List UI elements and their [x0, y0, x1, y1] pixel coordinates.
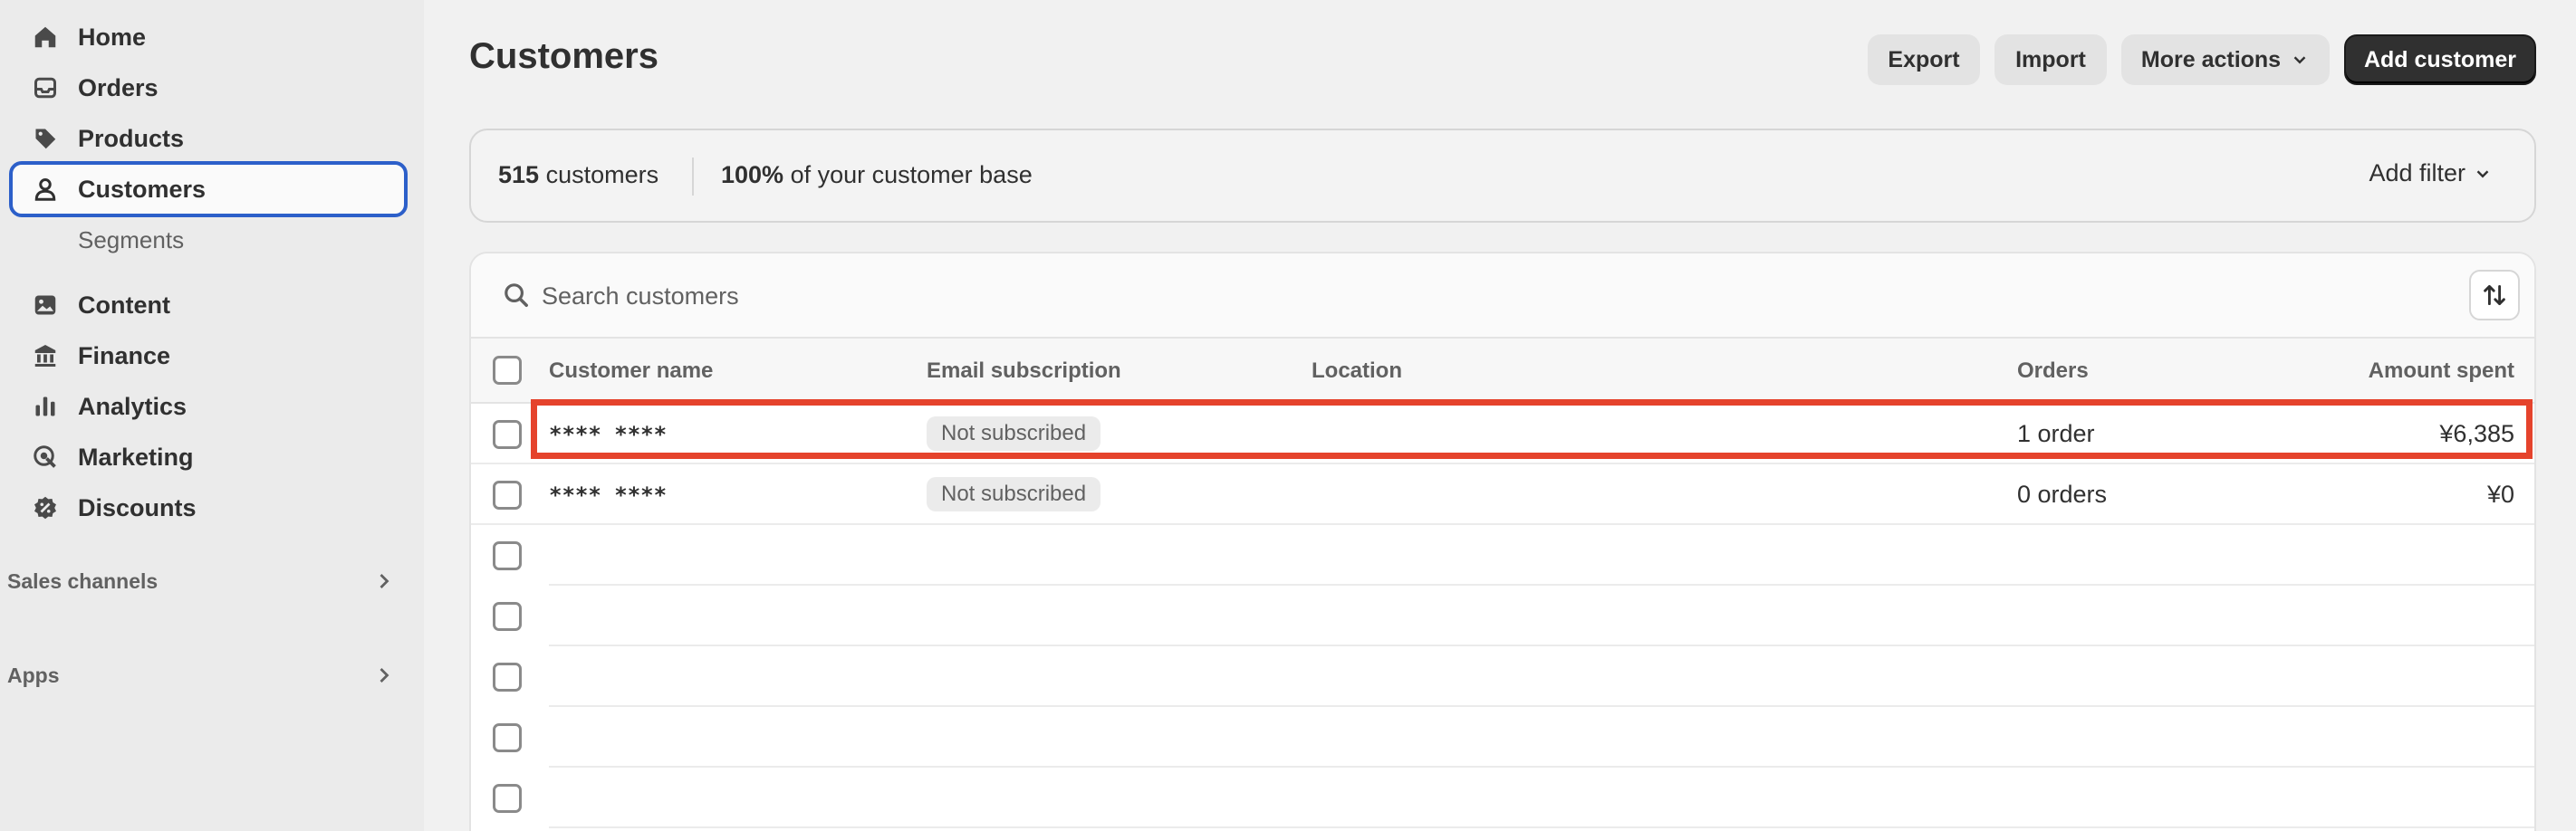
import-button[interactable]: Import	[1994, 34, 2107, 85]
column-header-orders[interactable]: Orders	[2017, 358, 2089, 384]
sidebar-item-label: Customers	[78, 175, 207, 203]
inbox-icon	[31, 73, 60, 102]
page-title: Customers	[469, 36, 658, 76]
sidebar-item-label: Marketing	[78, 443, 194, 471]
sidebar-item-label: Home	[78, 23, 147, 51]
column-header-name[interactable]: Customer name	[549, 358, 713, 384]
sidebar-item-home[interactable]: Home	[9, 9, 408, 65]
sidebar-item-products[interactable]: Products	[9, 110, 408, 167]
search-input[interactable]	[542, 273, 2444, 319]
row-checkbox[interactable]	[493, 541, 522, 570]
section-label: Sales channels	[7, 568, 159, 593]
more-actions-label: More actions	[2140, 46, 2282, 72]
tag-icon	[31, 124, 60, 153]
image-icon	[31, 291, 60, 320]
row-divider	[549, 826, 2534, 828]
sidebar-item-marketing[interactable]: Marketing	[9, 429, 408, 485]
row-checkbox[interactable]	[493, 663, 522, 692]
target-icon	[31, 443, 60, 472]
loading-row	[471, 646, 2534, 707]
search-bar	[471, 253, 2534, 337]
row-checkbox[interactable]	[493, 784, 522, 813]
sidebar-item-label: Analytics	[78, 392, 187, 420]
add-filter-button[interactable]: Add filter	[2369, 159, 2493, 187]
column-header-email[interactable]: Email subscription	[927, 358, 1121, 384]
status-badge: Not subscribed	[927, 477, 1101, 511]
sidebar-section-apps[interactable]: Apps	[7, 657, 406, 693]
customer-base-percent-number: 100%	[721, 161, 784, 188]
sidebar-item-customers[interactable]: Customers	[9, 161, 408, 217]
loading-row	[471, 768, 2534, 828]
customer-count-number: 515	[498, 161, 540, 188]
customer-amount-spent: ¥6,385	[2439, 420, 2514, 447]
summary-bar: 515 customers 100% of your customer base…	[469, 129, 2536, 223]
sort-icon	[2484, 284, 2505, 306]
loading-row	[471, 707, 2534, 768]
select-all-checkbox[interactable]	[493, 356, 522, 385]
chevron-down-icon	[2293, 56, 2306, 64]
table-header: Customer name Email subscription Locatio…	[471, 337, 2534, 404]
status-badge: Not subscribed	[927, 416, 1101, 451]
sidebar-item-finance[interactable]: Finance	[9, 328, 408, 384]
row-checkbox[interactable]	[493, 481, 522, 510]
search-icon	[505, 283, 528, 307]
sidebar-section-sales-channels[interactable]: Sales channels	[7, 563, 406, 599]
table-row[interactable]: **** **** Not subscribed 0 orders ¥0	[471, 464, 2534, 525]
sidebar-item-label: Finance	[78, 341, 171, 369]
chevron-right-icon	[380, 668, 389, 683]
person-icon	[31, 175, 60, 204]
sidebar-item-label: Orders	[78, 73, 159, 101]
customer-base-percent-text: of your customer base	[790, 161, 1033, 188]
sort-button[interactable]	[2469, 270, 2520, 320]
summary-divider	[692, 158, 694, 196]
customer-count-word: customers	[545, 161, 659, 188]
loading-row	[471, 525, 2534, 586]
more-actions-button[interactable]: More actions	[2121, 34, 2330, 85]
sidebar-item-orders[interactable]: Orders	[9, 60, 408, 116]
sidebar-item-analytics[interactable]: Analytics	[9, 378, 408, 435]
row-checkbox[interactable]	[493, 420, 522, 449]
home-icon	[31, 23, 60, 52]
table-row[interactable]: **** **** Not subscribed 1 order ¥6,385	[471, 404, 2534, 464]
sidebar-item-content[interactable]: Content	[9, 277, 408, 333]
section-label: Apps	[7, 663, 60, 687]
customers-table-card: Customer name Email subscription Locatio…	[469, 252, 2536, 831]
sidebar-item-label: Content	[78, 291, 170, 319]
discount-icon	[31, 493, 60, 522]
column-header-location[interactable]: Location	[1312, 358, 1402, 384]
customer-name: **** ****	[549, 422, 668, 447]
customer-orders: 1 order	[2017, 420, 2095, 447]
customer-count: 515 customers	[498, 161, 658, 189]
sidebar: Home Orders Products Customers Segments …	[0, 0, 424, 831]
add-filter-label: Add filter	[2369, 159, 2465, 186]
row-checkbox[interactable]	[493, 602, 522, 631]
sidebar-item-label: Products	[78, 124, 185, 152]
customer-amount-spent: ¥0	[2486, 481, 2514, 508]
loading-row	[471, 586, 2534, 646]
chevron-right-icon	[380, 574, 389, 588]
add-customer-button[interactable]: Add customer	[2344, 34, 2536, 85]
sidebar-item-segments[interactable]: Segments	[78, 226, 184, 254]
chevron-down-icon	[2476, 169, 2489, 177]
sidebar-item-label: Discounts	[78, 493, 197, 521]
row-checkbox[interactable]	[493, 723, 522, 752]
column-header-amount[interactable]: Amount spent	[2369, 358, 2514, 384]
customer-orders: 0 orders	[2017, 481, 2108, 508]
sidebar-item-discounts[interactable]: Discounts	[9, 480, 408, 536]
export-button[interactable]: Export	[1868, 34, 1980, 85]
customer-base-percent: 100% of your customer base	[721, 161, 1033, 189]
bank-icon	[31, 341, 60, 370]
customer-name: **** ****	[549, 482, 668, 508]
bar-chart-icon	[31, 392, 60, 421]
